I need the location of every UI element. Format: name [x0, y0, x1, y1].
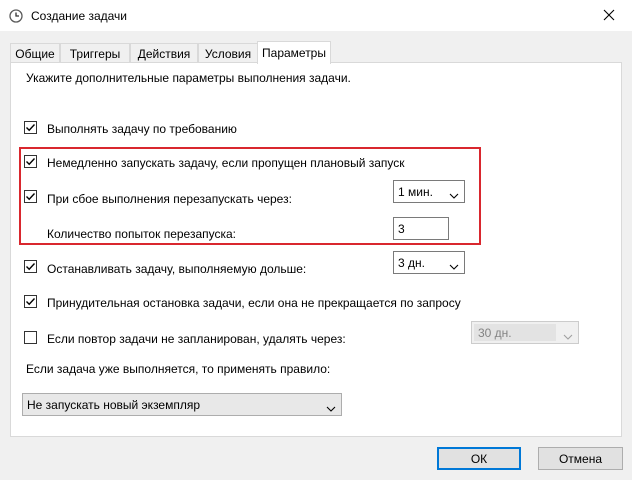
chevron-down-icon [326, 401, 336, 415]
restart-on-fail-checkbox[interactable] [24, 190, 37, 203]
tab-label: Параметры [262, 46, 326, 60]
title-bar: Создание задачи [0, 0, 632, 32]
force-stop-checkbox[interactable] [24, 295, 37, 308]
run-on-demand-label[interactable]: Выполнять задачу по требованию [47, 122, 237, 136]
close-icon [603, 9, 615, 24]
run-on-demand-checkbox[interactable] [24, 121, 37, 134]
tab-label: Триггеры [69, 46, 121, 61]
ok-button[interactable]: ОК [437, 447, 521, 470]
checkmark-icon [26, 193, 36, 201]
tab-conditions[interactable]: Условия [198, 43, 258, 63]
delete-if-not-scheduled-checkbox[interactable] [24, 331, 37, 344]
run-missed-label[interactable]: Немедленно запускать задачу, если пропущ… [47, 156, 405, 170]
intro-text: Укажите дополнительные параметры выполне… [26, 71, 351, 85]
ok-button-label: ОК [470, 451, 488, 466]
checkmark-icon [26, 298, 36, 306]
rule-dropdown[interactable]: Не запускать новый экземпляр [22, 393, 342, 416]
tab-actions[interactable]: Действия [130, 43, 198, 63]
checkmark-icon [26, 158, 36, 166]
stop-long-checkbox[interactable] [24, 260, 37, 273]
chevron-down-icon [449, 259, 459, 273]
rule-value: Не запускать новый экземпляр [27, 398, 201, 412]
close-button[interactable] [586, 0, 632, 32]
tab-label: Условия [204, 46, 252, 61]
stop-duration-dropdown[interactable]: 3 дн. [393, 251, 465, 274]
checkmark-icon [26, 263, 36, 271]
cancel-button-label: Отмена [558, 451, 603, 466]
cancel-button[interactable]: Отмена [538, 447, 623, 470]
restart-attempts-label: Количество попыток перезапуска: [47, 227, 237, 241]
stop-long-label[interactable]: Останавливать задачу, выполняемую дольше… [47, 262, 306, 276]
restart-interval-value: 1 мин. [398, 185, 433, 199]
settings-panel [10, 62, 622, 437]
run-missed-checkbox[interactable] [24, 155, 37, 168]
chevron-down-icon [563, 329, 573, 343]
tab-triggers[interactable]: Триггеры [60, 43, 130, 63]
restart-attempts-input[interactable]: 3 [393, 217, 449, 240]
tab-settings[interactable]: Параметры [257, 41, 331, 64]
tab-label: Общие [15, 46, 55, 61]
tab-strip: Общие Триггеры Действия Условия Параметр… [10, 41, 622, 64]
delete-if-not-scheduled-label[interactable]: Если повтор задачи не запланирован, удал… [47, 332, 346, 346]
window-title: Создание задачи [31, 9, 127, 23]
checkmark-icon [26, 124, 36, 132]
restart-interval-dropdown[interactable]: 1 мин. [393, 180, 465, 203]
restart-attempts-value: 3 [398, 222, 405, 236]
tab-general[interactable]: Общие [10, 43, 60, 63]
delete-duration-dropdown: 30 дн. [471, 321, 579, 344]
tab-label: Действия [137, 46, 191, 61]
delete-duration-value: 30 дн. [478, 326, 512, 340]
stop-duration-value: 3 дн. [398, 256, 425, 270]
task-scheduler-clock-icon [9, 9, 23, 23]
rule-label: Если задача уже выполняется, то применят… [26, 362, 331, 376]
chevron-down-icon [449, 188, 459, 202]
restart-on-fail-label[interactable]: При сбое выполнения перезапускать через: [47, 192, 292, 206]
force-stop-label[interactable]: Принудительная остановка задачи, если он… [47, 296, 461, 310]
